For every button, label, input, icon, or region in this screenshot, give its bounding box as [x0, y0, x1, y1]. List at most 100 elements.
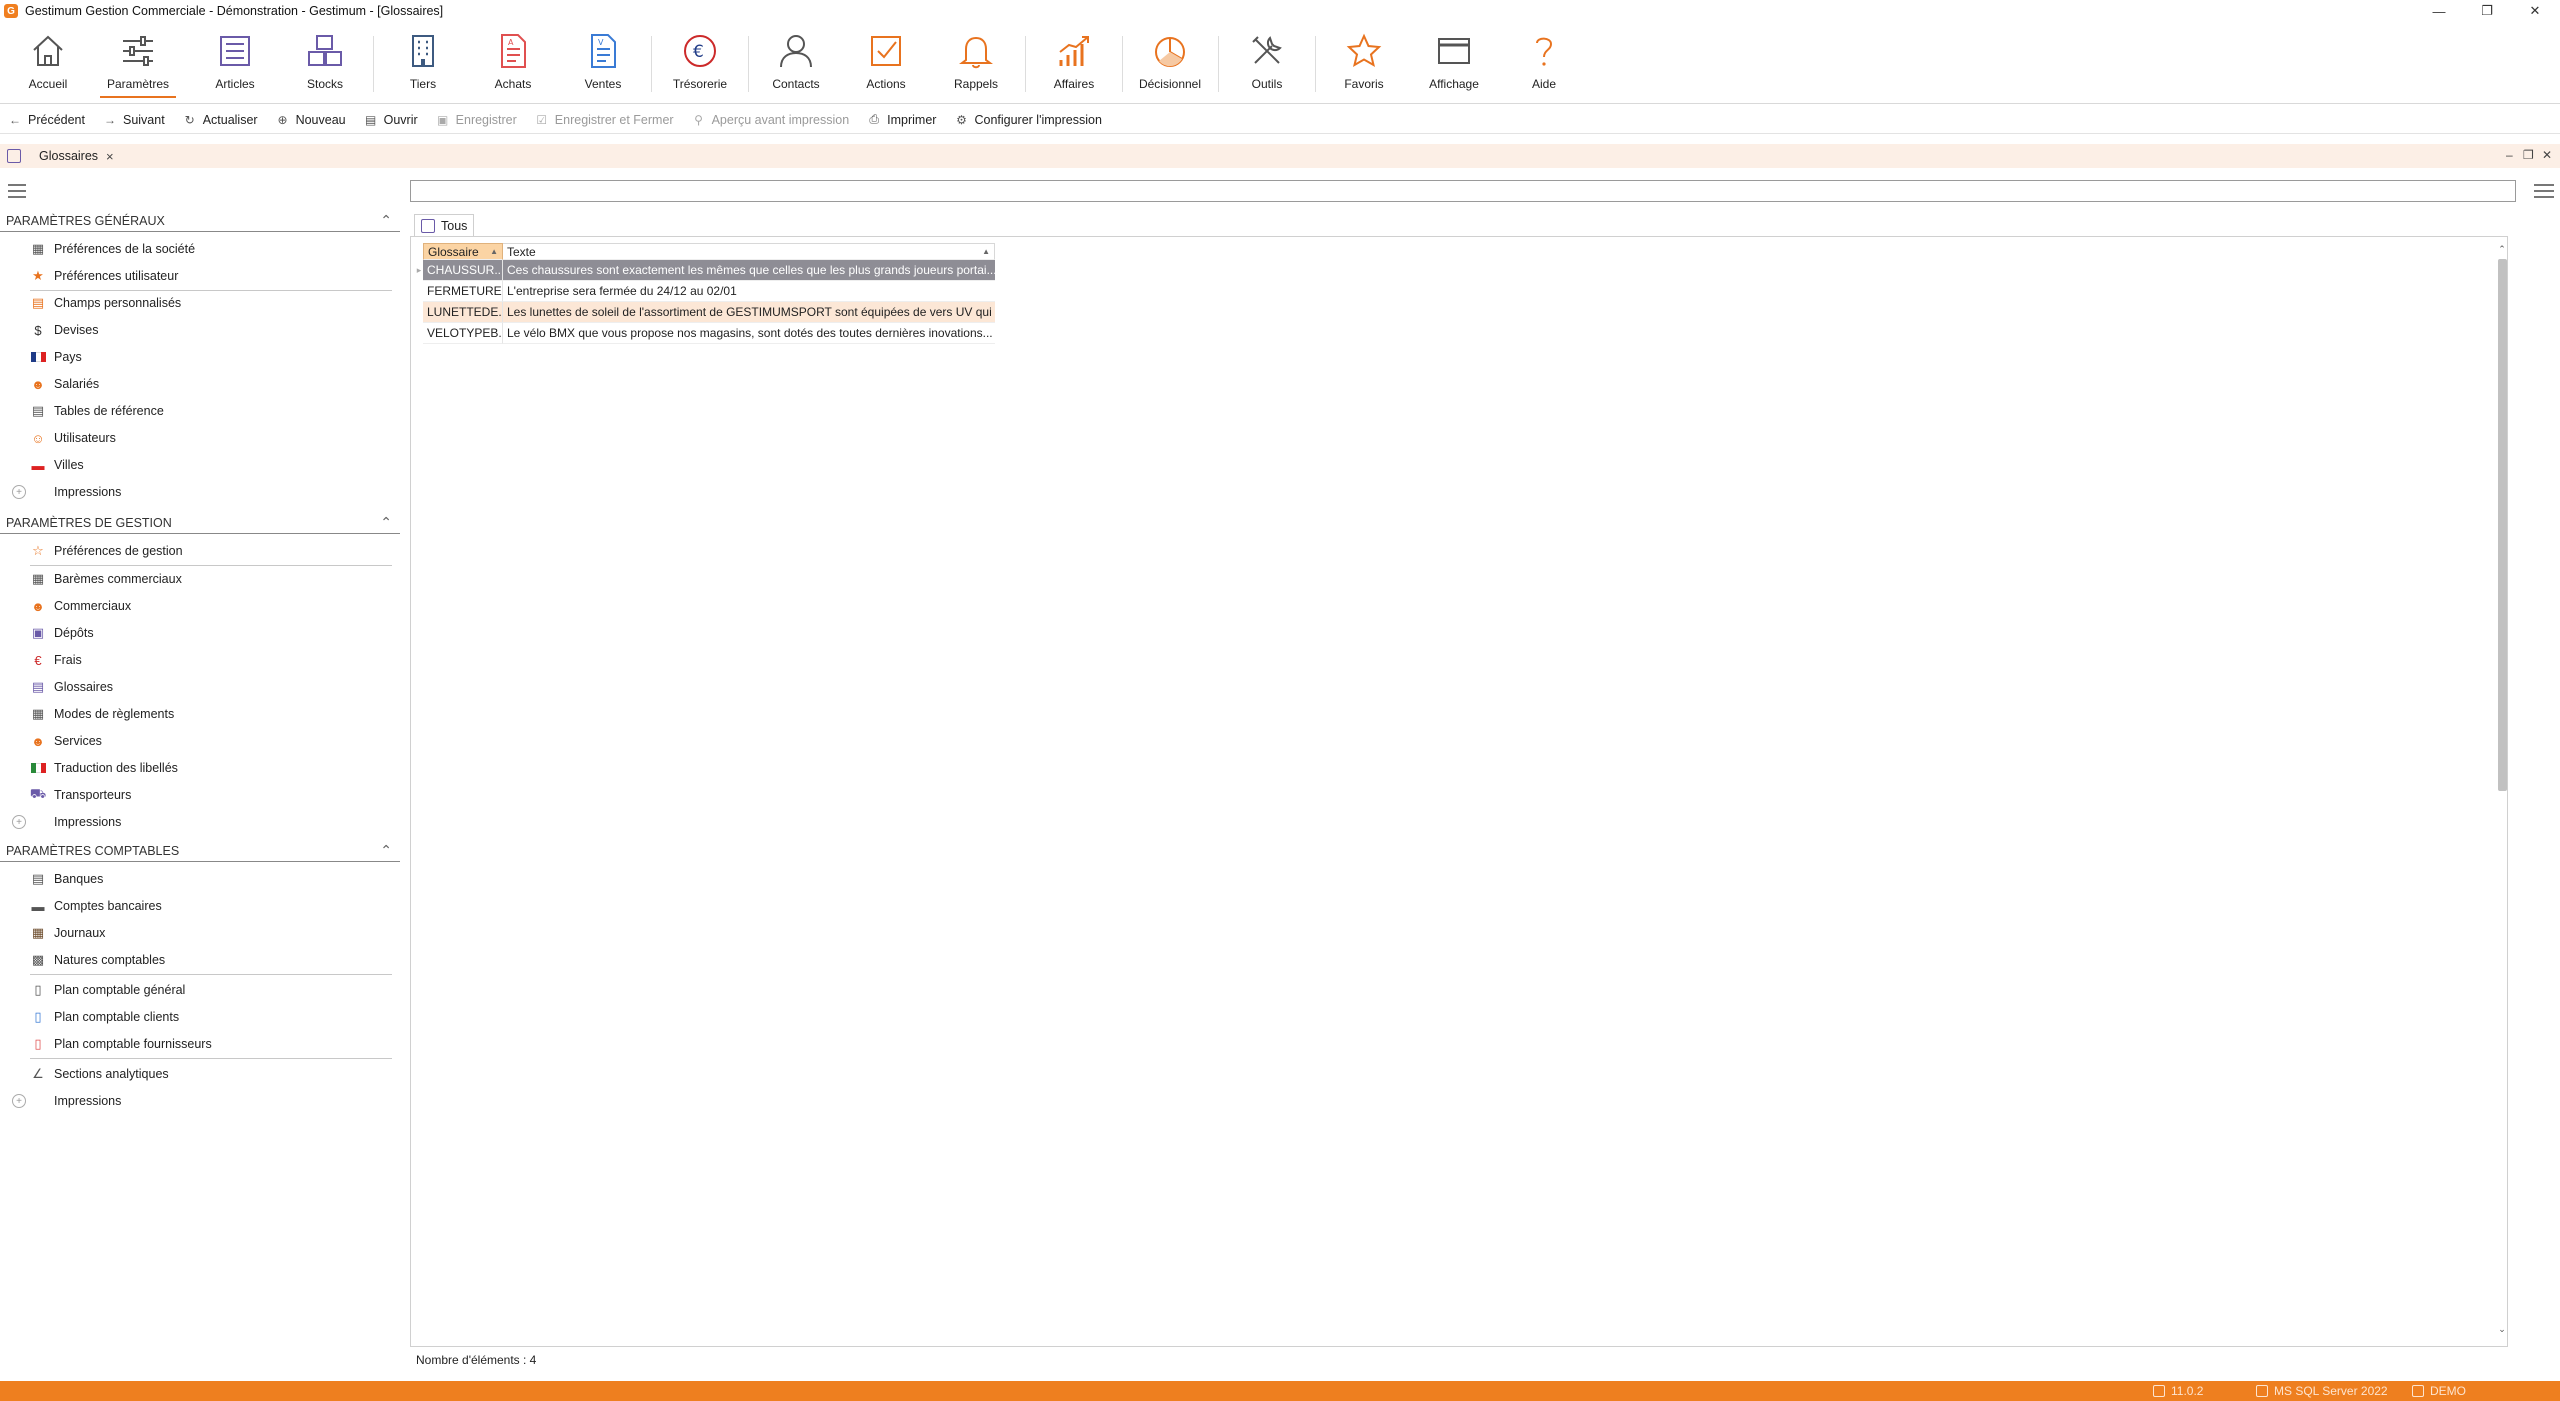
sidebar-item-traduction-libelles[interactable]: Traduction des libellés: [30, 757, 178, 779]
sidebar-item-pays[interactable]: Pays: [30, 346, 82, 368]
table-row[interactable]: ▸ CHAUSSUR... Ces chaussures sont exacte…: [415, 260, 995, 281]
cell-texte[interactable]: Les lunettes de soleil de l'assortiment …: [503, 302, 995, 323]
sidebar-item-plan-comptable-fournisseurs[interactable]: ▯ Plan comptable fournisseurs: [30, 1033, 211, 1055]
ribbon-articles[interactable]: Articles: [190, 32, 280, 104]
sidebar-item-comptes-bancaires[interactable]: ▬ Comptes bancaires: [30, 895, 162, 917]
sidebar-item-commerciaux[interactable]: ☻ Commerciaux: [30, 595, 131, 617]
ribbon-ventes[interactable]: V Ventes: [558, 32, 648, 104]
vertical-scrollbar[interactable]: ⌃ ⌄: [2495, 243, 2509, 1337]
grid-options-menu-icon[interactable]: [2534, 184, 2554, 198]
ribbon-aide[interactable]: Aide: [1499, 32, 1589, 104]
restore-button[interactable]: ❐: [2464, 0, 2510, 22]
table-row[interactable]: FERMETURE L'entreprise sera fermée du 24…: [415, 281, 995, 302]
column-header-texte[interactable]: Texte ▲: [503, 243, 995, 260]
suivant-button[interactable]: → Suivant: [103, 113, 165, 127]
ribbon-tiers[interactable]: Tiers: [378, 32, 468, 104]
sidebar-impressions-generaux[interactable]: + Impressions: [12, 481, 121, 503]
minimize-doc-button[interactable]: –: [2506, 148, 2513, 162]
restore-doc-button[interactable]: ❐: [2523, 148, 2534, 162]
sidebar-item-sections-analytiques[interactable]: ∠ Sections analytiques: [30, 1063, 168, 1085]
sidebar-item-preferences-gestion[interactable]: ☆ Préférences de gestion: [30, 540, 182, 562]
sidebar-item-preferences-utilisateur[interactable]: ★ Préférences utilisateur: [30, 265, 178, 287]
sidebar-item-devises[interactable]: $ Devises: [30, 319, 98, 341]
ribbon-achats[interactable]: A Achats: [468, 32, 558, 104]
ribbon-label: Trésorerie: [672, 77, 728, 91]
minimize-button[interactable]: —: [2416, 0, 2462, 22]
cell-glossaire[interactable]: LUNETTEDE...: [423, 302, 503, 323]
cell-glossaire[interactable]: CHAUSSUR...: [423, 260, 503, 281]
grid-header-row: Glossaire ▲ Texte ▲: [415, 243, 995, 260]
section-parametres-comptables[interactable]: PARAMÈTRES COMPTABLES ⌃: [0, 840, 400, 862]
truck-icon: ⛟: [29, 786, 47, 801]
ribbon-accueil[interactable]: Accueil: [3, 32, 93, 104]
close-tab-icon[interactable]: ×: [106, 149, 114, 164]
chevron-up-icon[interactable]: ⌃: [380, 842, 392, 859]
tab-glossaires[interactable]: Glossaires: [39, 149, 98, 163]
sidebar-item-banques[interactable]: ▤ Banques: [30, 868, 104, 890]
sidebar-item-transporteurs[interactable]: ⛟ Transporteurs: [29, 784, 132, 806]
cell-texte[interactable]: L'entreprise sera fermée du 24/12 au 02/…: [503, 281, 995, 302]
employee-icon: ☻: [31, 376, 45, 392]
close-doc-button[interactable]: ✕: [2542, 148, 2552, 162]
sidebar-item-frais[interactable]: € Frais: [30, 649, 81, 671]
imprimer-button[interactable]: ⎙ Imprimer: [867, 112, 936, 127]
sidebar-item-utilisateurs[interactable]: ☺ Utilisateurs: [30, 427, 115, 449]
list-icon: [220, 36, 250, 66]
ouvrir-button[interactable]: ▤ Ouvrir: [364, 113, 418, 127]
sidebar-item-plan-comptable-general[interactable]: ▯ Plan comptable général: [30, 979, 185, 1001]
ribbon-decisionnel[interactable]: Décisionnel: [1125, 32, 1215, 104]
sidebar-item-glossaires[interactable]: ▤ Glossaires: [30, 676, 113, 698]
apercu-button[interactable]: ⚲ Aperçu avant impression: [692, 113, 849, 127]
column-header-glossaire[interactable]: Glossaire ▲: [423, 243, 503, 260]
ribbon-contacts[interactable]: Contacts: [751, 32, 841, 104]
cell-texte[interactable]: Le vélo BMX que vous propose nos magasin…: [503, 323, 995, 344]
ribbon-rappels[interactable]: Rappels: [931, 32, 1021, 104]
ribbon-affichage[interactable]: Affichage: [1409, 32, 1499, 104]
precedent-button[interactable]: ← Précédent: [8, 113, 85, 127]
sidebar-item-baremes-commerciaux[interactable]: ▦ Barèmes commerciaux: [30, 568, 182, 590]
ribbon-affaires[interactable]: Affaires: [1029, 32, 1119, 104]
chevron-up-icon[interactable]: ⌃: [380, 212, 392, 229]
chevron-up-icon[interactable]: ⌃: [380, 514, 392, 531]
section-parametres-generaux[interactable]: PARAMÈTRES GÉNÉRAUX ⌃: [0, 210, 400, 232]
sidebar-item-services[interactable]: ☻ Services: [30, 730, 102, 752]
configurer-impression-button[interactable]: ⚙ Configurer l'impression: [954, 113, 1102, 127]
sidebar-item-salaries[interactable]: ☻ Salariés: [30, 373, 99, 395]
sidebar-item-depots[interactable]: ▣ Dépôts: [30, 622, 94, 644]
ribbon-actions[interactable]: Actions: [841, 32, 931, 104]
scrollbar-thumb[interactable]: [2498, 259, 2507, 791]
sidebar-item-villes[interactable]: ▬ Villes: [30, 454, 84, 476]
table-row[interactable]: VELOTYPEB... Le vélo BMX que vous propos…: [415, 323, 995, 344]
ribbon-outils[interactable]: Outils: [1222, 32, 1312, 104]
scroll-up-icon[interactable]: ⌃: [2495, 243, 2509, 255]
tab-tous[interactable]: Tous: [414, 214, 475, 236]
close-window-button[interactable]: ✕: [2512, 0, 2558, 22]
sidebar-item-modes-reglements[interactable]: ▦ Modes de règlements: [30, 703, 174, 725]
cell-glossaire[interactable]: VELOTYPEB...: [423, 323, 503, 344]
search-input[interactable]: [410, 180, 2516, 202]
pie-chart-icon: [1155, 37, 1185, 67]
section-parametres-gestion[interactable]: PARAMÈTRES DE GESTION ⌃: [0, 512, 400, 534]
sidebar-item-preferences-societe[interactable]: ▦ Préférences de la société: [30, 238, 195, 260]
sidebar-item-champs-personnalises[interactable]: ▤ Champs personnalisés: [30, 292, 181, 314]
ribbon-tresorerie[interactable]: € Trésorerie: [655, 32, 745, 104]
database-icon: [2256, 1385, 2268, 1397]
ribbon-parametres[interactable]: Paramètres: [93, 32, 183, 104]
enregistrer-fermer-button[interactable]: ☑ Enregistrer et Fermer: [535, 113, 673, 127]
sidebar-item-journaux[interactable]: ▦ Journaux: [30, 922, 106, 944]
cell-glossaire[interactable]: FERMETURE: [423, 281, 503, 302]
table-row[interactable]: LUNETTEDE... Les lunettes de soleil de l…: [415, 302, 995, 323]
ribbon-favoris[interactable]: Favoris: [1319, 32, 1409, 104]
sidebar-impressions-gestion[interactable]: + Impressions: [12, 811, 121, 833]
nouveau-button[interactable]: ⊕ Nouveau: [276, 113, 346, 127]
sidebar-item-natures-comptables[interactable]: ▩ Natures comptables: [30, 949, 165, 971]
sidebar-impressions-comptables[interactable]: + Impressions: [12, 1090, 121, 1112]
scroll-down-icon[interactable]: ⌄: [2495, 1323, 2509, 1335]
cell-texte[interactable]: Ces chaussures sont exactement les mêmes…: [503, 260, 995, 281]
ribbon-stocks[interactable]: Stocks: [280, 32, 370, 104]
sidebar-item-tables-reference[interactable]: ▤ Tables de référence: [30, 400, 164, 422]
actualiser-button[interactable]: ↻ Actualiser: [183, 113, 258, 127]
enregistrer-button[interactable]: ▣ Enregistrer: [436, 113, 517, 127]
sidebar-item-plan-comptable-clients[interactable]: ▯ Plan comptable clients: [30, 1006, 179, 1028]
sidebar-menu-icon[interactable]: [8, 184, 26, 198]
